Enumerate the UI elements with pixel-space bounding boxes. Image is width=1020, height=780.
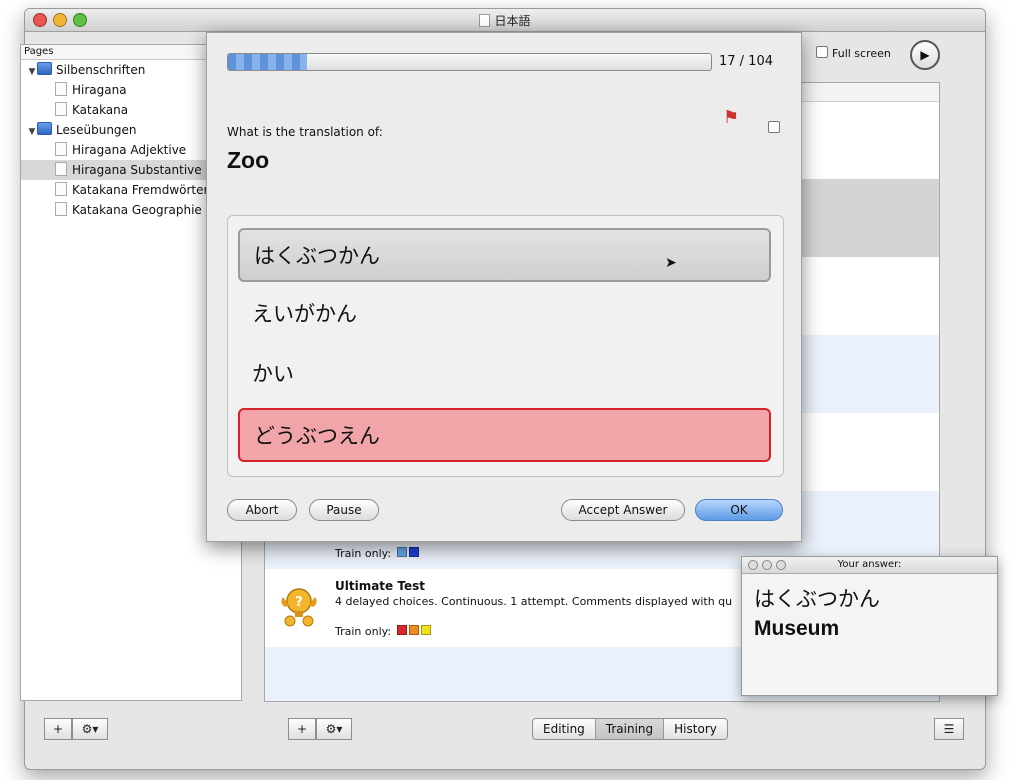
your-answer-window: Your answer: はくぶつかん Museum — [741, 556, 998, 696]
tab-history[interactable]: History — [663, 719, 727, 739]
document-icon — [479, 14, 491, 27]
train-only-label: Train only: — [335, 547, 392, 560]
item-title: Ultimate Test — [335, 579, 425, 593]
abort-button[interactable]: Abort — [227, 499, 297, 521]
tab-training[interactable]: Training — [594, 719, 664, 739]
title-bar: 日本語 — [25, 9, 985, 32]
your-answer-title: Your answer: — [837, 559, 902, 570]
flag-icon[interactable]: ⚑ — [723, 107, 739, 128]
folder-icon — [37, 62, 52, 75]
panel-close-button[interactable] — [748, 560, 758, 570]
window-title-text: 日本語 — [494, 14, 531, 28]
answer-meaning: Museum — [754, 617, 840, 640]
page-icon — [55, 142, 67, 156]
disclosure-triangle-icon[interactable]: ▼ — [27, 62, 37, 82]
train-only-row: Train only: — [335, 547, 419, 560]
svg-text:?: ? — [295, 595, 303, 610]
pause-button[interactable]: Pause — [309, 499, 379, 521]
trophy-icon: ? — [281, 588, 317, 627]
question-prompt: What is the translation of: — [227, 125, 383, 139]
sidebar-item-label: Silbenschriften — [56, 63, 146, 77]
page-icon — [55, 182, 67, 196]
sidebar-item-label: Hiragana — [72, 83, 127, 97]
color-swatch — [408, 547, 419, 557]
color-swatch — [408, 625, 419, 635]
answer-choices: はくぶつかん えいがかん かい どうぶつえん — [227, 215, 784, 477]
sidebar-item-label: Leseübungen — [56, 123, 137, 137]
fullscreen-toggle[interactable]: Full screen — [816, 46, 891, 60]
your-answer-titlebar: Your answer: — [742, 557, 997, 574]
answer-choice-1[interactable]: はくぶつかん — [238, 228, 771, 282]
ok-button[interactable]: OK — [695, 499, 783, 521]
sidebar-gear-button[interactable]: ⚙▾ — [72, 718, 108, 740]
folder-icon — [37, 122, 52, 135]
train-only-label: Train only: — [335, 625, 392, 638]
disclosure-triangle-icon[interactable]: ▼ — [27, 122, 37, 142]
add-page-button[interactable]: + — [44, 718, 72, 740]
window-title: 日本語 — [25, 12, 985, 29]
play-icon[interactable]: ▶ — [910, 40, 940, 70]
page-icon — [55, 102, 67, 116]
question-word: Zoo — [227, 147, 270, 173]
color-swatch — [396, 547, 407, 557]
page-icon — [55, 82, 67, 96]
sidebar-item-label: Katakana — [72, 103, 129, 117]
page-icon — [55, 202, 67, 216]
panel-minimize-button[interactable] — [762, 560, 772, 570]
train-only-row: Train only: — [335, 625, 431, 638]
accept-answer-button[interactable]: Accept Answer — [561, 499, 685, 521]
color-swatch — [420, 625, 431, 635]
page-icon — [55, 162, 67, 176]
tab-editing[interactable]: Editing — [533, 719, 595, 739]
flag-checkbox[interactable] — [768, 121, 784, 135]
sidebar-item-label: Katakana Fremdwörter — [72, 183, 209, 197]
sidebar-item-label: Hiragana Substantive — [72, 163, 202, 177]
item-description: 4 delayed choices. Continuous. 1 attempt… — [335, 595, 733, 608]
add-item-button[interactable]: + — [288, 718, 316, 740]
panel-zoom-button[interactable] — [776, 560, 786, 570]
sidebar-item-label: Hiragana Adjektive — [72, 143, 187, 157]
answer-choice-4[interactable]: どうぶつえん — [238, 408, 771, 462]
mouse-cursor-icon: ➤ — [665, 255, 677, 271]
answer-kana: はくぶつかん — [754, 587, 880, 611]
panel-window-controls — [748, 560, 786, 570]
fullscreen-label: Full screen — [832, 47, 891, 60]
fullscreen-checkbox[interactable] — [816, 46, 828, 58]
mode-tabs: Editing Training History — [532, 718, 728, 740]
progress-counter: 17 / 104 — [719, 54, 773, 69]
quiz-sheet: 17 / 104 ⚑ What is the translation of: Z… — [206, 32, 802, 542]
answer-choice-3[interactable]: かい — [238, 348, 771, 402]
answer-choice-2[interactable]: えいがかん — [238, 288, 771, 342]
progress-fill — [228, 54, 307, 70]
list-gear-button[interactable]: ⚙▾ — [316, 718, 352, 740]
color-swatch — [396, 625, 407, 635]
quiz-progress-bar — [227, 53, 712, 71]
sidebar-item-label: Katakana Geographie — [72, 203, 202, 217]
list-icon[interactable]: ☰ — [934, 718, 964, 740]
